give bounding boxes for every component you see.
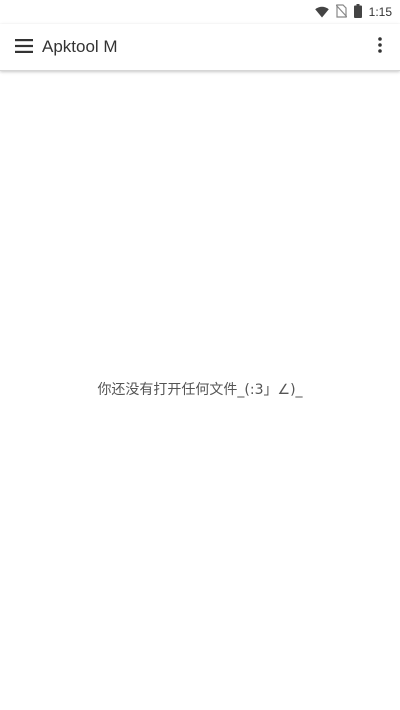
more-vert-icon	[378, 37, 382, 57]
navigation-menu-button[interactable]	[10, 34, 38, 60]
app-bar: Apktool M	[0, 24, 400, 71]
app-screen: 1:15 Apktool M 你还没有打开任何文件_(:3」∠)_	[0, 0, 400, 710]
battery-icon	[353, 3, 362, 22]
empty-state-message: 你还没有打开任何文件_(:3」∠)_	[97, 382, 303, 398]
more-options-button[interactable]	[368, 34, 392, 60]
no-sim-icon	[335, 3, 348, 22]
hamburger-menu-icon	[15, 38, 33, 57]
status-bar: 1:15	[0, 0, 400, 24]
status-time: 1:15	[368, 5, 392, 19]
wifi-icon	[314, 3, 329, 22]
app-title: Apktool M	[42, 37, 118, 56]
status-icons: 1:15	[314, 3, 392, 22]
